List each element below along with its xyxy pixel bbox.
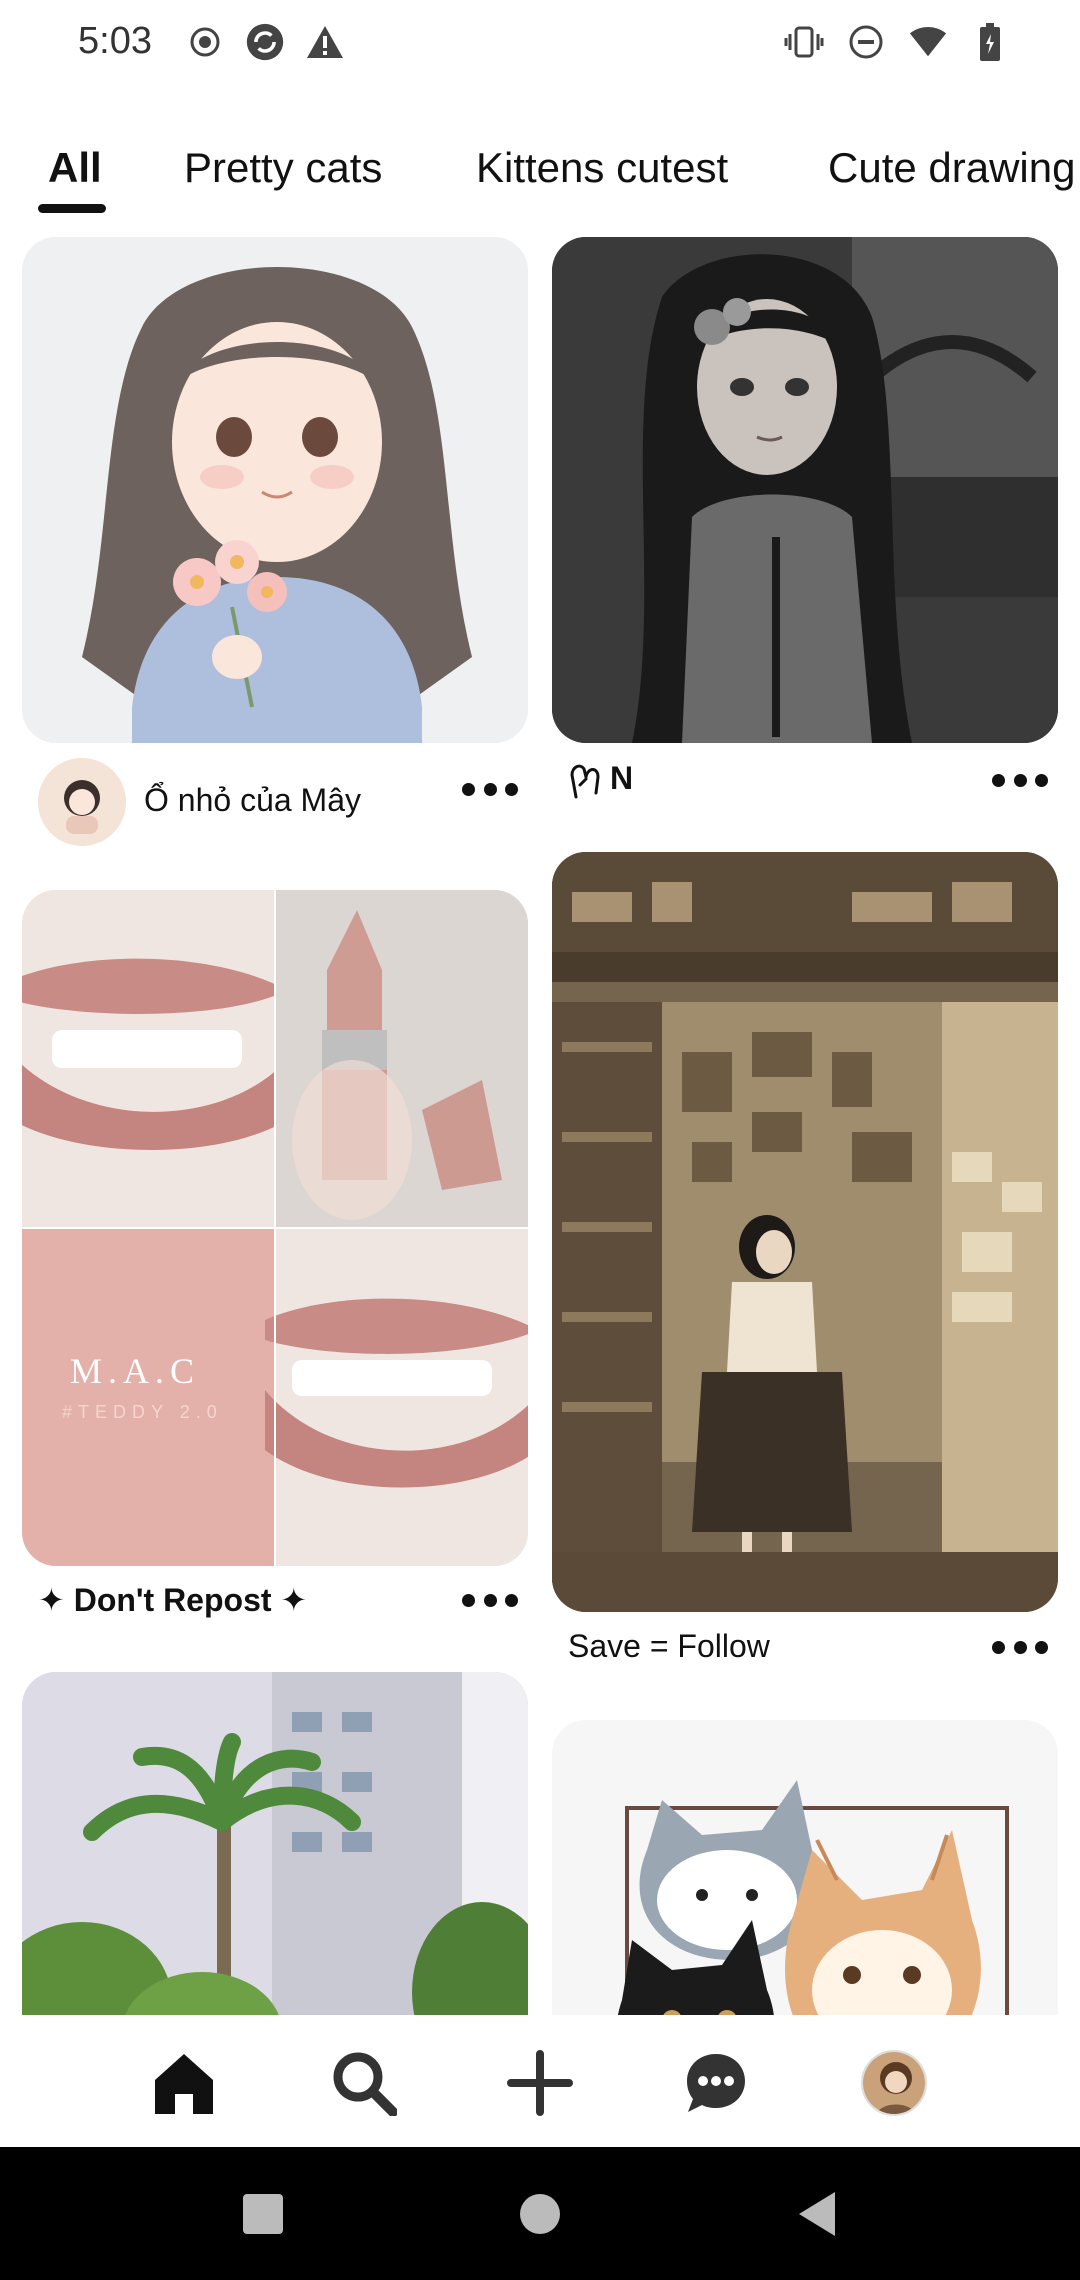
more-options-icon[interactable] (462, 1585, 518, 1615)
pin-title[interactable]: Save = Follow (568, 1628, 770, 1665)
profile-avatar[interactable] (856, 2045, 932, 2121)
pin-meta-lipstick: ✦ Don't Repost ✦ (22, 1575, 528, 1645)
pin-image[interactable] (552, 237, 1058, 743)
tab-all[interactable]: All (48, 144, 102, 192)
pin-lipstick[interactable]: M.A.C #TEDDY 2.0 (22, 890, 528, 1566)
wifi-icon (908, 22, 948, 62)
system-navigation-bar (0, 2147, 1080, 2280)
pin-image[interactable]: M.A.C #TEDDY 2.0 (22, 890, 528, 1566)
pin-image[interactable] (552, 1720, 1058, 2015)
warning-icon (305, 22, 345, 62)
pin-dark-girl[interactable] (552, 237, 1058, 743)
pin-meta-dark-girl: N (552, 745, 1058, 815)
pin-girl-flowers[interactable] (22, 237, 528, 743)
home-button-icon[interactable] (515, 2189, 565, 2239)
recents-icon[interactable] (238, 2189, 288, 2239)
battery-icon (970, 22, 1010, 62)
overlay-shade-text: #TEDDY 2.0 (62, 1402, 223, 1422)
pin-feed: Ổ nhỏ của Mây N M.A.C #TEDDY 2.0 ✦ Don't… (0, 230, 1080, 2015)
messages-icon[interactable] (678, 2045, 754, 2121)
tab-pretty-cats[interactable]: Pretty cats (184, 144, 382, 192)
pin-title[interactable]: ✦ Don't Repost ✦ (38, 1581, 307, 1619)
do-not-disturb-icon (846, 22, 886, 62)
pin-palm-trees[interactable] (22, 1672, 528, 2015)
creator-avatar[interactable] (38, 758, 126, 846)
record-icon (185, 22, 225, 62)
status-time: 5:03 (78, 20, 152, 62)
more-options-icon[interactable] (992, 765, 1048, 795)
pin-meta-library-girl: Save = Follow (552, 1622, 1058, 1692)
status-bar: 5:03 (0, 0, 1080, 90)
board-tabs: All Pretty cats Kittens cutest Cute draw… (0, 130, 1080, 220)
home-icon[interactable] (146, 2045, 222, 2121)
overlay-brand-text: M.A.C (70, 1351, 201, 1391)
sync-icon (245, 22, 285, 62)
bottom-navigation (0, 2015, 1080, 2147)
back-icon[interactable] (792, 2189, 842, 2239)
pin-title[interactable]: Ổ nhỏ của Mây (144, 782, 361, 819)
pin-image[interactable] (22, 237, 528, 743)
tab-kittens-cutest[interactable]: Kittens cutest (476, 144, 728, 192)
hand-icon (566, 757, 606, 801)
more-options-icon[interactable] (462, 774, 518, 804)
pin-image[interactable] (22, 1672, 528, 2015)
pin-cats[interactable] (552, 1720, 1058, 2015)
create-icon[interactable] (502, 2045, 578, 2121)
more-options-icon[interactable] (992, 1632, 1048, 1662)
search-icon[interactable] (326, 2045, 402, 2121)
tab-cute-drawing[interactable]: Cute drawing (828, 144, 1075, 192)
vibrate-icon (784, 22, 824, 62)
pin-title[interactable]: N (610, 760, 633, 797)
pin-library-girl[interactable] (552, 852, 1058, 1612)
pin-image[interactable] (552, 852, 1058, 1612)
tab-selected-indicator (38, 204, 106, 213)
pin-meta-girl-flowers: Ổ nhỏ của Mây (22, 758, 528, 846)
